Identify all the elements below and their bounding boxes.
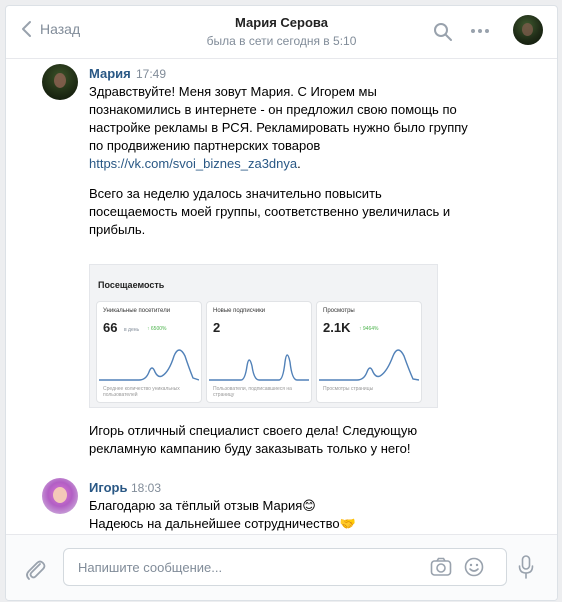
message-input-box [63,548,507,586]
sparkline-chart [319,349,419,381]
group-link[interactable]: https://vk.com/svoi_biznes_za3dnya [89,156,297,171]
message-time[interactable]: 17:49 [136,67,166,81]
message-list: Мария 17:49 Здравствуйте! Меня зовут Мар… [6,59,557,534]
stats-card: Просмотры 2.1K ↑ 9464% Просмотры страниц… [316,301,422,403]
message-paragraph: Всего за неделю удалось значительно повы… [89,186,451,237]
paperclip-icon[interactable] [24,557,46,581]
message-paragraph: Здравствуйте! Меня зовут Мария. С Игорем… [89,83,469,173]
chat-header: Назад Мария Серова была в сети сегодня в… [6,6,557,59]
stats-title: Посещаемость [98,280,165,290]
online-status: была в сети сегодня в 5:10 [206,34,357,48]
message-line: Надеюсь на дальнейшее сотрудничество🤝 [89,516,356,531]
sparkline-chart [209,354,309,381]
message-line: Благодарю за тёплый отзыв Мария😊 [89,498,316,513]
card-note: Пользователи, подписавшиеся на страницу [213,386,292,398]
paragraph-text: Здравствуйте! Меня зовут Мария. С Игорем… [89,84,468,153]
chat-window: Назад Мария Серова была в сети сегодня в… [5,5,558,601]
search-icon[interactable] [433,22,453,42]
message-text: Благодарю за тёплый отзыв Мария😊 Надеюсь… [89,497,469,533]
card-delta: ↑ 9464% [359,326,379,332]
card-delta: ↑ 6500% [147,326,167,332]
stats-card: Новые подписчики 2 Пользователи, подписа… [206,301,312,403]
card-value: 2 [213,320,221,335]
message-paragraph: Игорь отличный специалист своего дела! С… [89,423,418,456]
smile-icon[interactable] [464,557,484,577]
message-time[interactable]: 18:03 [131,481,161,495]
avatar[interactable] [42,64,78,100]
message-author[interactable]: Игорь [89,480,127,495]
microphone-icon[interactable] [518,555,534,579]
message-text: Игорь отличный специалист своего дела! С… [89,422,469,458]
card-title: Просмотры [323,308,355,314]
card-title: Уникальные посетители [103,308,171,314]
chat-avatar[interactable] [513,15,543,45]
card-title: Новые подписчики [213,308,266,314]
camera-icon[interactable] [430,557,452,577]
attached-image[interactable]: Посещаемость Уникальные посетители 66 в … [89,264,438,408]
message-text: Всего за неделю удалось значительно повы… [89,185,469,239]
card-unit: в день [124,327,140,333]
avatar[interactable] [42,478,78,514]
card-note: Среднее количество уникальных пользовате… [103,386,180,398]
card-value: 66 [103,320,118,335]
more-icon[interactable] [470,28,490,34]
link-suffix: . [297,156,301,171]
card-value: 2.1K [323,320,351,335]
stats-card: Уникальные посетители 66 в день ↑ 6500% … [96,301,202,403]
message-input[interactable] [76,549,420,585]
message-text: Здравствуйте! Меня зовут Мария. С Игорем… [89,83,469,173]
sparkline-chart [99,349,199,381]
card-note: Просмотры страницы [323,386,374,392]
message-author[interactable]: Мария [89,66,131,81]
message-composer [6,534,557,600]
